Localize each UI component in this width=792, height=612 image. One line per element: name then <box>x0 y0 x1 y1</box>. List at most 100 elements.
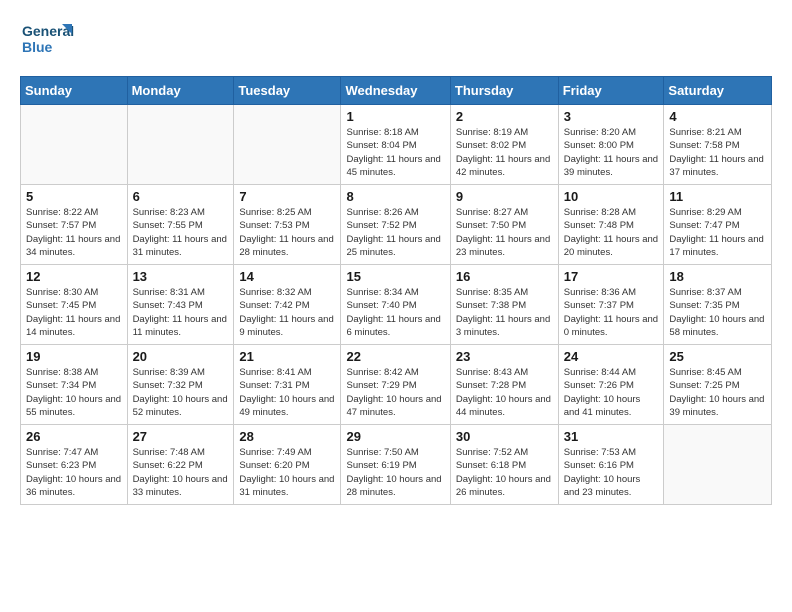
weekday-header-saturday: Saturday <box>664 77 772 105</box>
day-info: Sunrise: 8:37 AM Sunset: 7:35 PM Dayligh… <box>669 286 766 339</box>
day-info: Sunrise: 7:49 AM Sunset: 6:20 PM Dayligh… <box>239 446 335 499</box>
calendar-cell: 14Sunrise: 8:32 AM Sunset: 7:42 PM Dayli… <box>234 265 341 345</box>
day-number: 8 <box>346 189 444 204</box>
day-info: Sunrise: 8:30 AM Sunset: 7:45 PM Dayligh… <box>26 286 122 339</box>
day-info: Sunrise: 7:47 AM Sunset: 6:23 PM Dayligh… <box>26 446 122 499</box>
calendar-cell: 24 Sunrise: 8:44 AM Sunset: 7:26 PM Dayli… <box>558 345 664 425</box>
calendar-cell: 31Sunrise: 7:53 AM Sunset: 6:16 PM Dayli… <box>558 425 664 505</box>
calendar-cell: 12 Sunrise: 8:30 AM Sunset: 7:45 PM Dayli… <box>21 265 128 345</box>
day-info: Sunrise: 8:28 AM Sunset: 7:48 PM Dayligh… <box>564 206 659 259</box>
calendar-cell: 3 Sunrise: 8:20 AM Sunset: 8:00 PM Daylig… <box>558 105 664 185</box>
calendar-cell: 27 Sunrise: 7:48 AM Sunset: 6:22 PM Dayli… <box>127 425 234 505</box>
day-info: Sunrise: 8:26 AM Sunset: 7:52 PM Dayligh… <box>346 206 444 259</box>
day-info: Sunrise: 8:20 AM Sunset: 8:00 PM Dayligh… <box>564 126 659 179</box>
calendar-cell <box>127 105 234 185</box>
day-info: Sunrise: 8:22 AM Sunset: 7:57 PM Dayligh… <box>26 206 122 259</box>
day-number: 1 <box>346 109 444 124</box>
calendar-cell: 15 Sunrise: 8:34 AM Sunset: 7:40 PM Dayli… <box>341 265 450 345</box>
day-number: 15 <box>346 269 444 284</box>
page-container: GeneralBlue SundayMondayTuesdayWednesday… <box>20 20 772 505</box>
calendar-cell <box>234 105 341 185</box>
weekday-header-row: SundayMondayTuesdayWednesdayThursdayFrid… <box>21 77 772 105</box>
day-info: Sunrise: 8:41 AM Sunset: 7:31 PM Dayligh… <box>239 366 335 419</box>
day-number: 19 <box>26 349 122 364</box>
calendar-cell: 6Sunrise: 8:23 AM Sunset: 7:55 PM Daylig… <box>127 185 234 265</box>
day-info: Sunrise: 8:32 AM Sunset: 7:42 PM Dayligh… <box>239 286 335 339</box>
day-number: 28 <box>239 429 335 444</box>
calendar-cell: 1 Sunrise: 8:18 AM Sunset: 8:04 PM Daylig… <box>341 105 450 185</box>
calendar-cell: 17Sunrise: 8:36 AM Sunset: 7:37 PM Dayli… <box>558 265 664 345</box>
day-number: 3 <box>564 109 659 124</box>
calendar-cell: 7 Sunrise: 8:25 AM Sunset: 7:53 PM Daylig… <box>234 185 341 265</box>
day-number: 22 <box>346 349 444 364</box>
weekday-header-wednesday: Wednesday <box>341 77 450 105</box>
day-number: 18 <box>669 269 766 284</box>
day-number: 5 <box>26 189 122 204</box>
calendar-cell: 11 Sunrise: 8:29 AM Sunset: 7:47 PM Dayli… <box>664 185 772 265</box>
calendar-cell: 2 Sunrise: 8:19 AM Sunset: 8:02 PM Daylig… <box>450 105 558 185</box>
day-info: Sunrise: 8:39 AM Sunset: 7:32 PM Dayligh… <box>133 366 229 419</box>
day-info: Sunrise: 8:35 AM Sunset: 7:38 PM Dayligh… <box>456 286 553 339</box>
calendar-cell: 13Sunrise: 8:31 AM Sunset: 7:43 PM Dayli… <box>127 265 234 345</box>
calendar-cell: 23 Sunrise: 8:43 AM Sunset: 7:28 PM Dayli… <box>450 345 558 425</box>
calendar-cell: 18 Sunrise: 8:37 AM Sunset: 7:35 PM Dayli… <box>664 265 772 345</box>
calendar-cell: 26 Sunrise: 7:47 AM Sunset: 6:23 PM Dayli… <box>21 425 128 505</box>
weekday-header-friday: Friday <box>558 77 664 105</box>
calendar-week-row: 1 Sunrise: 8:18 AM Sunset: 8:04 PM Daylig… <box>21 105 772 185</box>
calendar-cell: 19 Sunrise: 8:38 AM Sunset: 7:34 PM Dayli… <box>21 345 128 425</box>
day-number: 10 <box>564 189 659 204</box>
calendar-week-row: 5 Sunrise: 8:22 AM Sunset: 7:57 PM Daylig… <box>21 185 772 265</box>
calendar-cell <box>21 105 128 185</box>
day-info: Sunrise: 8:44 AM Sunset: 7:26 PM Dayligh… <box>564 366 659 419</box>
calendar-week-row: 12 Sunrise: 8:30 AM Sunset: 7:45 PM Dayli… <box>21 265 772 345</box>
svg-text:Blue: Blue <box>22 39 53 55</box>
day-number: 30 <box>456 429 553 444</box>
day-number: 26 <box>26 429 122 444</box>
day-info: Sunrise: 8:29 AM Sunset: 7:47 PM Dayligh… <box>669 206 766 259</box>
weekday-header-sunday: Sunday <box>21 77 128 105</box>
calendar-cell <box>664 425 772 505</box>
calendar-table: SundayMondayTuesdayWednesdayThursdayFrid… <box>20 76 772 505</box>
day-number: 31 <box>564 429 659 444</box>
day-info: Sunrise: 8:25 AM Sunset: 7:53 PM Dayligh… <box>239 206 335 259</box>
day-number: 11 <box>669 189 766 204</box>
logo: GeneralBlue <box>20 20 75 58</box>
day-info: Sunrise: 7:50 AM Sunset: 6:19 PM Dayligh… <box>346 446 444 499</box>
calendar-cell: 28 Sunrise: 7:49 AM Sunset: 6:20 PM Dayli… <box>234 425 341 505</box>
calendar-cell: 4 Sunrise: 8:21 AM Sunset: 7:58 PM Daylig… <box>664 105 772 185</box>
day-info: Sunrise: 8:43 AM Sunset: 7:28 PM Dayligh… <box>456 366 553 419</box>
weekday-header-monday: Monday <box>127 77 234 105</box>
day-info: Sunrise: 7:48 AM Sunset: 6:22 PM Dayligh… <box>133 446 229 499</box>
calendar-cell: 20Sunrise: 8:39 AM Sunset: 7:32 PM Dayli… <box>127 345 234 425</box>
calendar-cell: 8 Sunrise: 8:26 AM Sunset: 7:52 PM Daylig… <box>341 185 450 265</box>
day-info: Sunrise: 8:31 AM Sunset: 7:43 PM Dayligh… <box>133 286 229 339</box>
calendar-cell: 9Sunrise: 8:27 AM Sunset: 7:50 PM Daylig… <box>450 185 558 265</box>
calendar-cell: 5 Sunrise: 8:22 AM Sunset: 7:57 PM Daylig… <box>21 185 128 265</box>
day-info: Sunrise: 8:21 AM Sunset: 7:58 PM Dayligh… <box>669 126 766 179</box>
weekday-header-tuesday: Tuesday <box>234 77 341 105</box>
day-number: 12 <box>26 269 122 284</box>
day-info: Sunrise: 7:52 AM Sunset: 6:18 PM Dayligh… <box>456 446 553 499</box>
day-info: Sunrise: 8:19 AM Sunset: 8:02 PM Dayligh… <box>456 126 553 179</box>
day-info: Sunrise: 8:38 AM Sunset: 7:34 PM Dayligh… <box>26 366 122 419</box>
day-number: 23 <box>456 349 553 364</box>
day-number: 2 <box>456 109 553 124</box>
day-info: Sunrise: 8:34 AM Sunset: 7:40 PM Dayligh… <box>346 286 444 339</box>
calendar-cell: 10 Sunrise: 8:28 AM Sunset: 7:48 PM Dayli… <box>558 185 664 265</box>
calendar-cell: 16Sunrise: 8:35 AM Sunset: 7:38 PM Dayli… <box>450 265 558 345</box>
calendar-cell: 30 Sunrise: 7:52 AM Sunset: 6:18 PM Dayli… <box>450 425 558 505</box>
day-info: Sunrise: 8:27 AM Sunset: 7:50 PM Dayligh… <box>456 206 553 259</box>
day-number: 24 <box>564 349 659 364</box>
calendar-cell: 22Sunrise: 8:42 AM Sunset: 7:29 PM Dayli… <box>341 345 450 425</box>
day-number: 7 <box>239 189 335 204</box>
day-info: Sunrise: 8:45 AM Sunset: 7:25 PM Dayligh… <box>669 366 766 419</box>
day-number: 29 <box>346 429 444 444</box>
day-number: 27 <box>133 429 229 444</box>
weekday-header-thursday: Thursday <box>450 77 558 105</box>
calendar-cell: 21Sunrise: 8:41 AM Sunset: 7:31 PM Dayli… <box>234 345 341 425</box>
day-number: 4 <box>669 109 766 124</box>
calendar-week-row: 19 Sunrise: 8:38 AM Sunset: 7:34 PM Dayli… <box>21 345 772 425</box>
day-info: Sunrise: 8:18 AM Sunset: 8:04 PM Dayligh… <box>346 126 444 179</box>
day-number: 17 <box>564 269 659 284</box>
day-number: 25 <box>669 349 766 364</box>
